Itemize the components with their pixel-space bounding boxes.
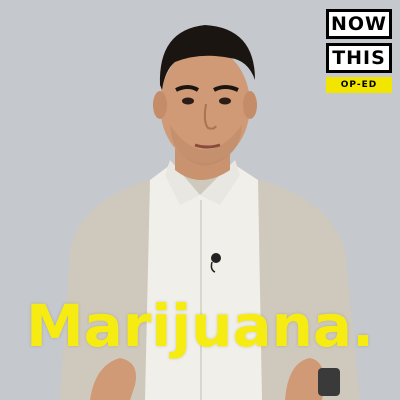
- wristwatch: [318, 368, 340, 396]
- caption-text: Marijuana.: [25, 292, 375, 360]
- logo-op-ed-tag: OP-ED: [326, 77, 392, 93]
- logo-now: NOW: [326, 9, 392, 39]
- nowthis-logo: NOW THIS OP-ED: [326, 9, 392, 93]
- shirt: [145, 165, 262, 400]
- lapel-mic: [211, 253, 221, 263]
- logo-this: THIS: [326, 43, 392, 73]
